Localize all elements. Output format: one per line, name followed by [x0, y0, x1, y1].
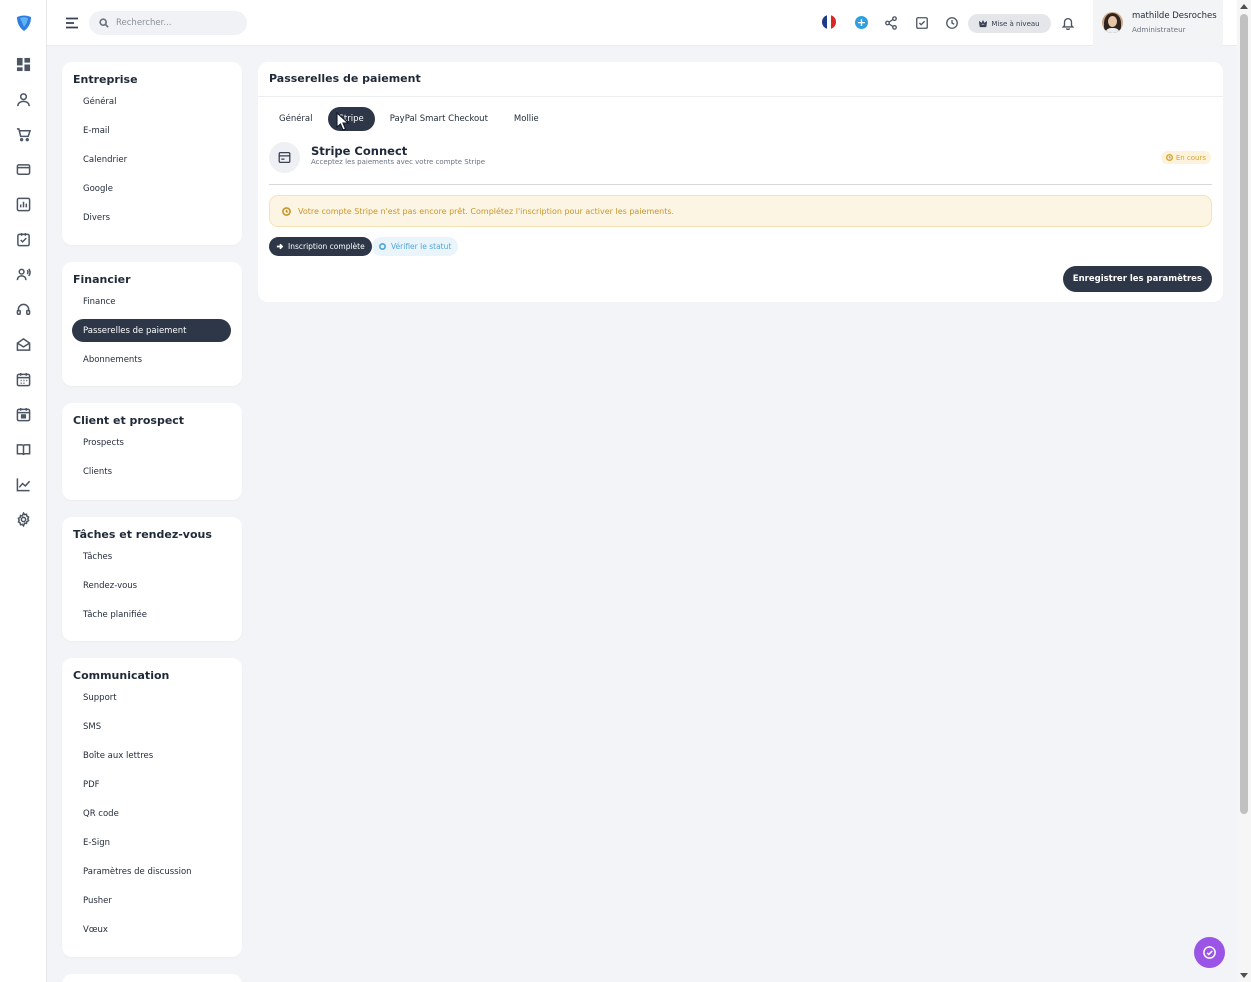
search-bar[interactable] [89, 11, 247, 35]
payment-gateways-panel: Passerelles de paiement Général Stripe P… [258, 62, 1223, 302]
settings-item-abonnements[interactable]: Abonnements [72, 348, 231, 371]
settings-icon[interactable] [14, 510, 32, 528]
chat-icon [1203, 946, 1216, 959]
chart-icon[interactable] [14, 475, 32, 493]
chat-button[interactable] [1194, 937, 1225, 968]
search-icon [99, 18, 109, 28]
settings-item-payment-gateways[interactable]: Passerelles de paiement [72, 319, 231, 342]
share-icon[interactable] [883, 15, 898, 30]
settings-item-sms[interactable]: SMS [72, 715, 231, 738]
settings-section-next [62, 974, 242, 982]
verify-status-button[interactable]: Vérifier le statut [372, 237, 459, 256]
settings-item-qr-code[interactable]: QR code [72, 802, 231, 825]
clock-icon [282, 206, 291, 216]
settings-item-pdf[interactable]: PDF [72, 773, 231, 796]
upgrade-label: Mise à niveau [991, 19, 1040, 28]
event-icon[interactable] [14, 405, 32, 423]
complete-onboarding-label: Inscription complète [288, 242, 365, 251]
settings-section-taches: Tâches et rendez-vous Tâches Rendez-vous… [62, 517, 242, 641]
alert-text: Votre compte Stripe n'est pas encore prê… [298, 206, 675, 216]
complete-onboarding-button[interactable]: Inscription complète [269, 237, 372, 256]
mail-icon[interactable] [14, 335, 32, 353]
section-title: Entreprise [73, 73, 138, 86]
language-flag-icon[interactable] [822, 15, 836, 29]
settings-item-google[interactable]: Google [72, 177, 231, 200]
icon-rail [0, 0, 47, 982]
gateway-tabs: Général Stripe PayPal Smart Checkout Mol… [268, 107, 550, 131]
settings-item-finance[interactable]: Finance [72, 290, 231, 313]
scroll-up-icon[interactable] [1240, 4, 1248, 9]
refresh-icon [379, 243, 386, 250]
settings-item-pusher[interactable]: Pusher [72, 889, 231, 912]
status-badge: En cours [1160, 151, 1211, 164]
section-title: Tâches et rendez-vous [73, 528, 212, 541]
user-name: mathilde Desroches [1132, 11, 1217, 21]
calendar-icon[interactable] [14, 370, 32, 388]
clock-icon [1165, 154, 1173, 161]
status-label: En cours [1175, 153, 1206, 162]
top-header: + Mise à niveau mathilde Desroches Admin… [47, 0, 1237, 46]
divider [258, 96, 1223, 97]
report-icon[interactable] [14, 195, 32, 213]
tab-mollie[interactable]: Mollie [503, 107, 550, 131]
menu-toggle-icon[interactable] [64, 15, 80, 31]
clock-icon[interactable] [944, 15, 959, 30]
settings-item-voeux[interactable]: Vœux [72, 918, 231, 941]
divider [269, 184, 1212, 185]
tab-paypal[interactable]: PayPal Smart Checkout [379, 107, 499, 131]
settings-item-general[interactable]: Général [72, 90, 231, 113]
user-icon[interactable] [14, 90, 32, 108]
wallet-icon[interactable] [14, 160, 32, 178]
settings-item-clients[interactable]: Clients [72, 460, 231, 483]
notification-bell-icon[interactable] [1060, 15, 1075, 30]
gateway-title: Stripe Connect [311, 144, 408, 158]
scrollbar-thumb[interactable] [1240, 14, 1248, 814]
upgrade-button[interactable]: Mise à niveau [968, 14, 1051, 33]
page-title: Passerelles de paiement [269, 72, 421, 85]
settings-item-taches[interactable]: Tâches [72, 545, 231, 568]
tab-general[interactable]: Général [268, 107, 324, 131]
headset-icon[interactable] [14, 300, 32, 318]
scrollbar[interactable] [1237, 0, 1251, 982]
settings-section-entreprise: Entreprise Général E-mail Calendrier Goo… [62, 62, 242, 245]
settings-item-discussion[interactable]: Paramètres de discussion [72, 860, 231, 883]
avatar [1102, 12, 1123, 33]
cart-icon[interactable] [14, 125, 32, 143]
settings-item-prospects[interactable]: Prospects [72, 431, 231, 454]
settings-section-communication: Communication Support SMS Boîte aux lett… [62, 658, 242, 957]
settings-item-e-sign[interactable]: E-Sign [72, 831, 231, 854]
settings-item-divers[interactable]: Divers [72, 206, 231, 229]
card-payment-icon [269, 142, 300, 173]
gateway-subtitle: Acceptez les paiements avec votre compte… [311, 158, 486, 166]
settings-item-rendez-vous[interactable]: Rendez-vous [72, 574, 231, 597]
settings-section-client: Client et prospect Prospects Clients [62, 403, 242, 500]
user-menu[interactable]: mathilde Desroches Administrateur [1093, 0, 1223, 46]
crown-icon [979, 19, 988, 27]
section-title: Client et prospect [73, 414, 185, 427]
settings-item-tache-planifiee[interactable]: Tâche planifiée [72, 603, 231, 626]
mouse-cursor-icon [336, 112, 350, 131]
tab-stripe[interactable]: Stripe [327, 107, 375, 131]
search-input[interactable] [116, 18, 236, 28]
task-icon[interactable] [14, 230, 32, 248]
settings-item-support[interactable]: Support [72, 686, 231, 709]
settings-item-email[interactable]: E-mail [72, 119, 231, 142]
warning-alert: Votre compte Stripe n'est pas encore prê… [269, 195, 1212, 227]
save-settings-button[interactable]: Enregistrer les paramètres [1062, 266, 1212, 292]
user-role: Administrateur [1132, 25, 1186, 34]
verify-status-label: Vérifier le statut [391, 242, 452, 251]
settings-item-mailbox[interactable]: Boîte aux lettres [72, 744, 231, 767]
quick-add-icon[interactable]: + [855, 16, 868, 29]
section-title: Communication [73, 669, 170, 682]
book-icon[interactable] [14, 440, 32, 458]
settings-item-calendrier[interactable]: Calendrier [72, 148, 231, 171]
contacts-icon[interactable] [14, 265, 32, 283]
section-title: Financier [73, 273, 131, 286]
app-logo[interactable] [14, 13, 34, 33]
scroll-down-icon[interactable] [1240, 973, 1248, 978]
settings-section-financier: Financier Finance Passerelles de paiemen… [62, 262, 242, 386]
dashboard-icon[interactable] [14, 55, 32, 73]
arrow-right-icon [276, 243, 283, 250]
checklist-icon[interactable] [914, 15, 929, 30]
